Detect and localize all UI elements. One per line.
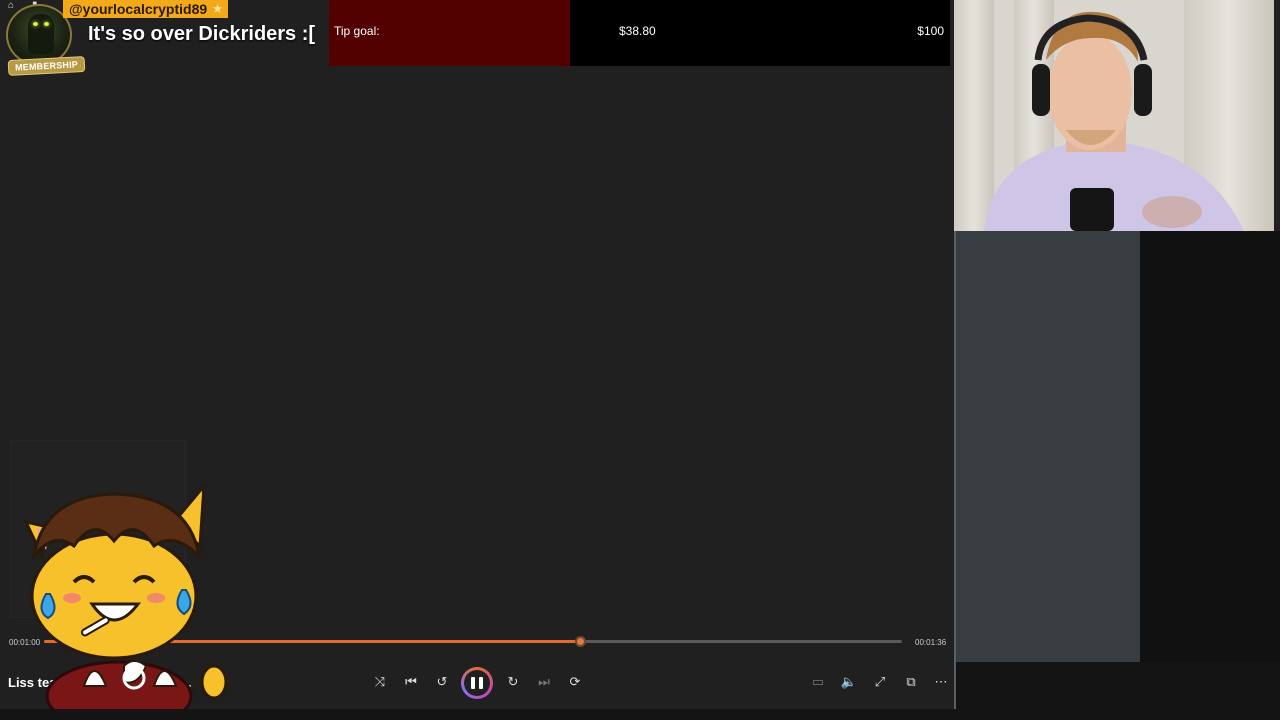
tip-goal-target: $100 (917, 24, 944, 38)
previous-icon[interactable]: ⏮ (397, 667, 425, 697)
cat-mascot-sticker (23, 486, 228, 720)
tip-goal-bar: Tip goal: $38.80 $100 (329, 0, 950, 66)
popout-icon[interactable]: ⧉ (897, 667, 925, 697)
forward-30-icon[interactable]: ↻ (499, 667, 527, 697)
member-username: @yourlocalcryptid89 (69, 0, 208, 17)
streamer-figure (984, 11, 1244, 231)
tip-goal-current: $38.80 (619, 24, 656, 38)
pause-button[interactable] (461, 667, 493, 699)
shuffle-icon[interactable]: ⤨ (366, 667, 394, 697)
right-empty-area (1140, 231, 1280, 662)
next-icon[interactable]: ⏭ (530, 667, 558, 697)
fullscreen-icon[interactable]: ⤢ (866, 667, 894, 697)
volume-icon[interactable]: 🔈 (835, 667, 863, 697)
avatar-figure (28, 14, 54, 54)
repeat-off-icon[interactable]: ⟳ (561, 667, 589, 697)
avatar-eye-left (33, 22, 38, 26)
membership-badge: MEMBERSHIP (7, 55, 86, 77)
player-time-total: 00:01:36 (915, 638, 947, 647)
side-chat-panel (956, 231, 1140, 662)
miniplayer-icon[interactable]: ▭ (804, 667, 832, 697)
webcam-feed (954, 0, 1274, 231)
avatar-eye-right (44, 22, 49, 26)
member-username-tag: @yourlocalcryptid89 ★ (63, 0, 229, 18)
bottom-strip (0, 709, 1280, 720)
tip-goal-label: Tip goal: (334, 24, 380, 38)
member-star-icon: ★ (213, 3, 223, 15)
more-icon[interactable]: ⋯ (927, 667, 955, 697)
alert-message: It's so over Dickriders :[ (88, 23, 316, 45)
rewind-10-icon[interactable]: ↺ (428, 667, 456, 697)
pause-icon (464, 670, 490, 696)
